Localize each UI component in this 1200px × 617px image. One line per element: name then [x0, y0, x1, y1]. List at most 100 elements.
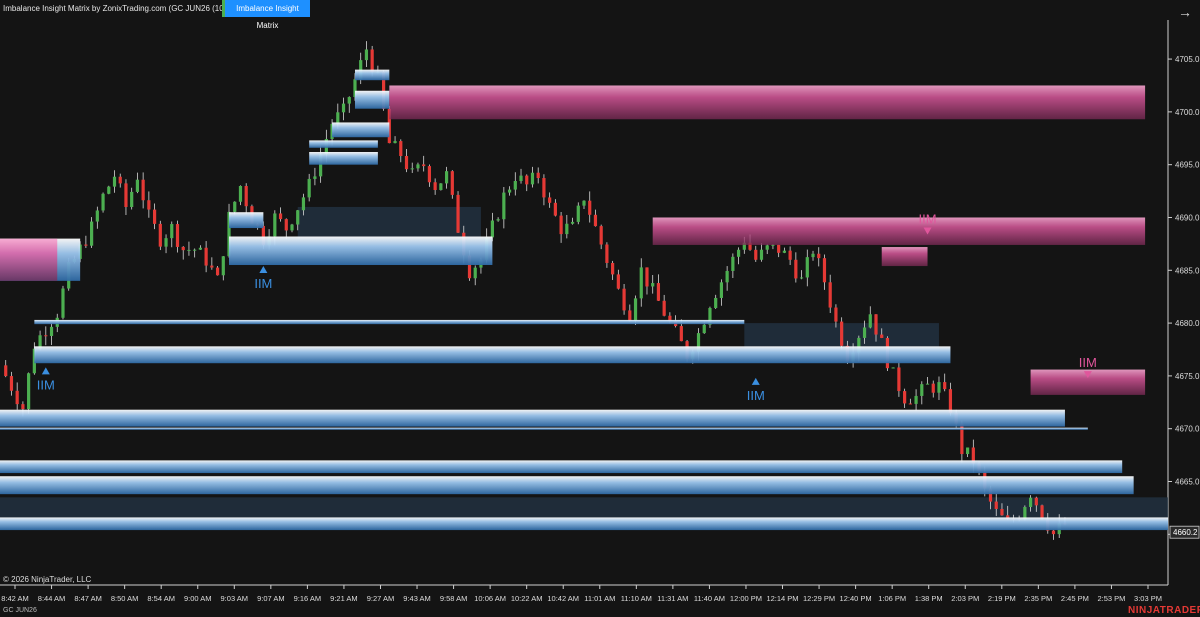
x-tick-label: 12:40 PM [840, 594, 872, 603]
candle-body [416, 164, 420, 169]
bullish-imbalance-zone [332, 122, 390, 138]
candle-body [731, 256, 735, 271]
candle-body [519, 175, 523, 181]
candle-body [147, 200, 151, 210]
candle-body [49, 326, 54, 336]
candle-body [187, 249, 191, 251]
candle-body [771, 244, 775, 246]
candle-body [175, 224, 180, 247]
y-tick-label: 4700.0 [1175, 108, 1200, 117]
candle-body [925, 383, 930, 385]
x-tick-label: 9:00 AM [184, 594, 212, 603]
x-tick-label: 11:10 AM [621, 594, 652, 603]
x-tick-label: 9:27 AM [367, 594, 395, 603]
shaded-region [0, 497, 1168, 519]
candle-body [639, 267, 643, 299]
candle-body [427, 166, 432, 183]
candle-body [204, 247, 208, 266]
candle-body [994, 501, 998, 509]
x-tick-label: 9:03 AM [221, 594, 249, 603]
candle-body [301, 197, 306, 211]
x-tick-label: 9:58 AM [440, 594, 468, 603]
x-tick-label: 2:03 PM [951, 594, 979, 603]
y-tick-label: 4705.0 [1175, 55, 1200, 64]
bearish-imbalance-zone [652, 217, 1146, 245]
candle-body [605, 244, 609, 263]
candle-body [399, 141, 403, 156]
x-tick-label: 8:42 AM [1, 594, 29, 603]
price-chart[interactable]: IIM IIM IIM IIM IIM 4705.0 4700.0 4695.0 4690.0 4… [0, 0, 1200, 617]
candle-body [822, 258, 827, 283]
candle-body [782, 250, 786, 253]
candle-body [233, 201, 237, 212]
candle-body [439, 183, 443, 191]
candle-body [152, 209, 157, 224]
candle-body [794, 259, 798, 279]
candle-body [15, 390, 19, 405]
candle-body [548, 197, 552, 203]
ninjatrader-logo: NINJATRADER [1128, 605, 1200, 616]
candle-body [410, 168, 414, 170]
y-tick-label: 4670.0 [1175, 425, 1200, 434]
bullish-imbalance-zone [34, 319, 745, 325]
candle-body [616, 274, 620, 289]
candle-body [422, 164, 426, 167]
candle-body [1028, 497, 1033, 507]
candle-body [880, 334, 884, 338]
candle-body [198, 247, 202, 250]
x-tick-label: 11:40 AM [694, 594, 725, 603]
candle-body [404, 155, 409, 170]
candle-body [719, 282, 724, 298]
candle-body [1040, 505, 1044, 519]
candle-body [759, 249, 764, 260]
candle-body [628, 310, 632, 321]
x-tick-label: 8:44 AM [38, 594, 66, 603]
candle-body [507, 189, 512, 193]
candle-body [44, 335, 48, 337]
x-tick-label: 2:45 PM [1061, 594, 1089, 603]
bearish-imbalance-zone [0, 238, 58, 281]
candle-body [141, 179, 145, 201]
x-tick-label: 11:01 AM [584, 594, 615, 603]
candle-body [313, 176, 317, 179]
candle-body [164, 238, 168, 247]
bullish-imbalance-zone [0, 409, 1065, 427]
candle-body [244, 186, 248, 207]
candle-body [61, 288, 65, 318]
candle-body [645, 267, 649, 287]
candle-body [1034, 497, 1038, 506]
candle-body [799, 277, 804, 279]
candle-body [897, 367, 901, 392]
candle-body [4, 365, 8, 377]
x-tick-label: 9:21 AM [330, 594, 358, 603]
candle-body [862, 327, 867, 338]
candle-body [336, 112, 340, 124]
candle-body [736, 249, 741, 257]
candle-body [221, 256, 225, 276]
candle-body [135, 179, 140, 192]
signal-label: IIM [1079, 355, 1097, 370]
candle-body [788, 250, 792, 260]
signal-arrow-up-icon [259, 265, 268, 273]
candle-body [21, 404, 25, 410]
candle-body [90, 221, 94, 246]
bearish-imbalance-zone [389, 85, 1146, 120]
candle-body [296, 210, 300, 225]
candle-body [1023, 506, 1027, 520]
x-tick-label: 12:29 PM [803, 594, 835, 603]
candle-body [874, 314, 878, 335]
signal-arrow-up-icon [41, 367, 50, 375]
candle-body [513, 180, 517, 190]
candle-body [891, 367, 895, 369]
candle-body [496, 219, 500, 221]
candle-body [273, 213, 277, 237]
x-tick-label: 3:03 PM [1134, 594, 1162, 603]
candle-body [525, 175, 529, 185]
y-tick-label: 4665.0 [1175, 478, 1200, 487]
candle-body [278, 213, 283, 220]
candle-body [101, 193, 105, 211]
candle-body [570, 221, 575, 224]
y-tick-label: 4675.0 [1175, 372, 1200, 381]
candle-body [536, 172, 540, 179]
candle-body [656, 283, 661, 301]
